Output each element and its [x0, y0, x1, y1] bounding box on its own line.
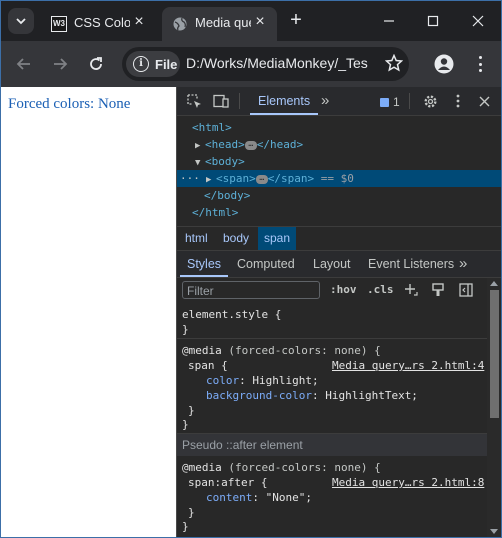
scrollbar-thumb[interactable] [490, 290, 499, 418]
pseudo-after-header: Pseudo ::after element [177, 434, 487, 456]
globe-icon [173, 17, 187, 31]
site-info-chip[interactable]: i File [126, 51, 180, 77]
toolbar-divider [239, 93, 240, 109]
forward-icon[interactable] [50, 54, 70, 74]
source-link[interactable]: Media query…rs 2.html:8 [332, 475, 484, 490]
element-style-selector[interactable]: element.style { [182, 307, 281, 322]
breadcrumb-body[interactable]: body [223, 227, 249, 250]
settings-gear-icon[interactable] [422, 93, 438, 109]
media-query-line: @media (forced-colors: none) { [182, 461, 381, 474]
tab-title: CSS Colors [74, 15, 130, 30]
class-toggle-button[interactable]: .cls [367, 283, 394, 296]
new-tab-button[interactable]: + [286, 10, 306, 31]
span-after-selector[interactable]: span:after { [188, 475, 267, 490]
tab-elements[interactable]: Elements [249, 87, 319, 115]
declaration-background-color[interactable]: background-color: HighlightText; [206, 388, 418, 403]
rule-close-brace: } [188, 404, 195, 417]
inspect-element-icon[interactable] [186, 93, 202, 109]
devtools-menu-icon[interactable] [450, 93, 466, 109]
selected-marker: == $0 [320, 172, 354, 185]
collapsed-ellipsis-icon[interactable]: … [255, 173, 268, 184]
tab-layout[interactable]: Layout [313, 251, 351, 277]
dom-node-body-close[interactable]: </body> [204, 187, 250, 204]
issues-icon [380, 97, 389, 107]
new-style-rule-icon[interactable] [403, 282, 419, 298]
devtools-toolbar: Elements » 1 [177, 87, 501, 116]
tab-computed[interactable]: Computed [237, 251, 295, 277]
close-tab-icon[interactable]: × [252, 14, 268, 30]
hover-state-button[interactable]: :hov [330, 283, 357, 296]
tab-search-button[interactable] [8, 8, 34, 34]
bookmark-star-icon[interactable] [385, 54, 403, 72]
declaration-color[interactable]: color: Highlight; [206, 373, 319, 388]
maximize-icon[interactable] [423, 11, 443, 31]
toggle-sidebar-icon[interactable] [458, 282, 474, 298]
reload-icon[interactable] [86, 54, 106, 74]
tab-media-query[interactable]: Media query × [162, 7, 277, 41]
style-rule-element: element.style { } [177, 304, 487, 339]
dom-node-span-selected[interactable]: ··· ▶ <span>… </span> == $0 [177, 170, 501, 187]
more-subtabs-icon[interactable]: » [459, 251, 467, 277]
issues-badge[interactable]: 1 [380, 95, 400, 109]
collapsed-ellipsis-icon[interactable]: … [244, 139, 257, 150]
tab-title: Media query [195, 15, 251, 30]
styles-scrollbar[interactable] [487, 278, 501, 537]
style-rule-span-media: @media (forced-colors: none) { span { Me… [177, 339, 487, 434]
dom-tree: <html> ▶ <head>… </head> ▼ <body> ··· ▶ <spa… [177, 116, 501, 226]
breadcrumb-html[interactable]: html [185, 227, 208, 250]
w3-favicon-icon: W3 [51, 16, 67, 32]
minimize-icon[interactable] [379, 11, 399, 31]
scroll-up-icon[interactable] [490, 281, 498, 286]
browser-menu-icon[interactable] [475, 54, 485, 74]
node-actions-icon[interactable]: ··· [180, 170, 200, 187]
style-rule-span-after: @media (forced-colors: none) { span:afte… [177, 457, 487, 537]
browser-toolbar: i File D:/Works/MediaMonkey/_Tes [1, 41, 501, 87]
info-icon: i [133, 56, 149, 72]
media-query-line: @media (forced-colors: none) { [182, 344, 381, 357]
back-icon[interactable] [14, 54, 34, 74]
source-link[interactable]: Media query…rs 2.html:4 [332, 358, 484, 373]
devtools-panel: Elements » 1 <html> ▶ <head>… </head> ▼ <bo… [176, 87, 501, 537]
breadcrumb-span[interactable]: span [258, 227, 297, 250]
span-selector[interactable]: span { [188, 358, 228, 373]
media-close-brace: } [182, 418, 189, 431]
scroll-down-icon[interactable] [490, 529, 498, 534]
more-tabs-icon[interactable]: » [321, 87, 329, 115]
address-bar[interactable]: i File D:/Works/MediaMonkey/_Tes [122, 47, 409, 81]
page-viewport: Forced colors: None [1, 87, 176, 537]
styles-pane: element.style { } @media (forced-colors:… [177, 304, 487, 537]
device-toolbar-icon[interactable] [213, 93, 229, 109]
tab-event-listeners[interactable]: Event Listeners [368, 251, 454, 277]
breadcrumb: html body span [177, 226, 501, 251]
browser-window: W3 CSS Colors × Media query × + [0, 0, 502, 538]
styles-filter-input[interactable]: Filter [182, 281, 320, 299]
media-close-brace: } [182, 520, 189, 533]
dom-node-html-close[interactable]: </html> [192, 204, 238, 221]
url-text[interactable]: D:/Works/MediaMonkey/_Tes [186, 55, 381, 71]
dom-node-html[interactable]: <html> [192, 119, 232, 136]
rule-close-brace: } [182, 323, 189, 336]
dom-node-body[interactable]: ▼ <body> [195, 153, 245, 170]
tab-css-colors[interactable]: W3 CSS Colors × [41, 7, 156, 41]
profile-avatar-icon[interactable] [434, 54, 454, 74]
declaration-content[interactable]: content: "None"; [206, 490, 312, 505]
styles-subtabs: Styles Computed Layout Event Listeners » [177, 251, 501, 278]
dom-node-head[interactable]: ▶ <head>… </head> [195, 136, 303, 153]
close-tab-icon[interactable]: × [131, 14, 147, 30]
rule-close-brace: } [188, 506, 195, 519]
chevron-down-icon [16, 18, 26, 25]
tab-styles[interactable]: Styles [179, 251, 229, 277]
color-format-brush-icon[interactable] [430, 282, 446, 298]
close-window-icon[interactable] [468, 11, 488, 31]
toolbar-divider [409, 93, 410, 109]
tab-strip: W3 CSS Colors × Media query × + [1, 1, 501, 41]
issues-count: 1 [393, 95, 400, 109]
styles-filter-bar: Filter :hov .cls [177, 278, 487, 304]
forced-colors-text: Forced colors: None [8, 96, 131, 112]
close-devtools-icon[interactable] [476, 93, 492, 109]
scheme-label: File [155, 56, 178, 72]
